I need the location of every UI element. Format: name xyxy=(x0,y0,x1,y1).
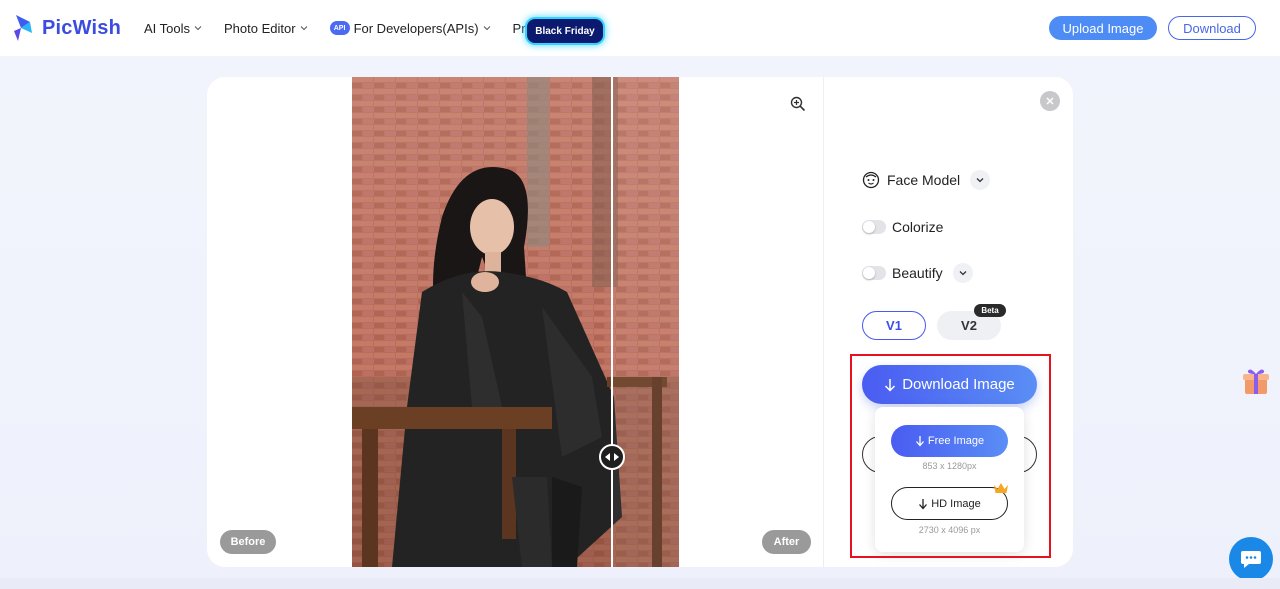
download-arrow-icon xyxy=(919,498,928,509)
nav-developers-label: For Developers(APIs) xyxy=(353,20,479,36)
colorize-option[interactable]: Colorize xyxy=(862,219,943,235)
face-model-option[interactable]: Face Model xyxy=(862,170,991,190)
download-image-label: Download Image xyxy=(902,376,1015,393)
download-header-button[interactable]: Download xyxy=(1168,16,1256,40)
download-arrow-icon xyxy=(885,378,896,392)
nav-ai-tools[interactable]: AI Tools xyxy=(144,21,202,36)
beautify-toggle[interactable] xyxy=(862,266,886,280)
free-image-button[interactable]: Free Image xyxy=(891,425,1008,457)
bottom-strip xyxy=(0,578,1280,589)
comparison-photo[interactable] xyxy=(352,77,679,567)
beta-badge: Beta xyxy=(974,304,1006,317)
nav-photo-editor[interactable]: Photo Editor xyxy=(224,21,308,36)
beautify-label: Beautify xyxy=(892,265,943,281)
version-v1-button[interactable]: V1 xyxy=(862,311,926,340)
face-icon xyxy=(862,171,880,189)
free-image-label: Free Image xyxy=(927,435,985,447)
crown-icon xyxy=(994,483,1008,493)
image-preview-area: Before After xyxy=(207,77,824,567)
face-model-label: Face Model xyxy=(887,172,961,188)
api-badge-icon: API xyxy=(329,21,350,35)
nav-photo-editor-label: Photo Editor xyxy=(224,20,296,36)
colorize-label: Colorize xyxy=(892,219,944,235)
close-icon xyxy=(1046,97,1054,105)
left-right-arrows-icon xyxy=(605,453,619,461)
hd-image-size: 2730 x 4096 px xyxy=(918,525,981,535)
before-label: Before xyxy=(220,530,276,554)
black-friday-badge[interactable]: Black Friday xyxy=(527,19,603,43)
chevron-down-icon xyxy=(300,26,307,31)
editor-card: Before After Face Model Colorize Beautif… xyxy=(207,77,1073,567)
beautify-dropdown-toggle[interactable] xyxy=(952,263,973,283)
brand-name: PicWish xyxy=(42,16,122,39)
gift-icon[interactable] xyxy=(1240,365,1272,397)
compare-slider-handle[interactable] xyxy=(599,444,625,470)
beautify-option[interactable]: Beautify xyxy=(862,263,973,283)
face-model-dropdown-toggle[interactable] xyxy=(970,170,991,190)
portrait-photo-image xyxy=(352,77,679,567)
brand-logo[interactable]: PicWish xyxy=(12,13,121,43)
chevron-down-icon xyxy=(976,178,984,183)
picwish-logo-icon xyxy=(14,15,32,41)
chat-bubble-icon xyxy=(1241,551,1261,568)
download-image-button[interactable]: Download Image xyxy=(862,365,1037,404)
upload-image-button[interactable]: Upload Image xyxy=(1049,16,1157,40)
download-options-menu: Free Image 853 x 1280px HD Image 2730 x … xyxy=(875,407,1024,552)
chevron-down-icon xyxy=(483,26,490,31)
close-button[interactable] xyxy=(1040,91,1060,111)
free-image-size: 853 x 1280px xyxy=(922,461,977,471)
compare-divider-line[interactable] xyxy=(611,77,613,567)
after-label: After xyxy=(762,530,811,554)
download-arrow-icon xyxy=(915,436,924,447)
chat-support-button[interactable] xyxy=(1229,537,1273,581)
zoom-in-icon[interactable] xyxy=(790,96,806,112)
nav-developers-api[interactable]: API For Developers(APIs) xyxy=(329,20,491,36)
chevron-down-icon xyxy=(959,271,967,276)
colorize-toggle[interactable] xyxy=(862,220,886,234)
hd-image-button[interactable]: HD Image xyxy=(891,487,1008,520)
top-navbar: PicWish AI Tools Photo Editor API For De… xyxy=(0,0,1280,56)
nav-ai-tools-label: AI Tools xyxy=(144,20,191,36)
hd-image-label: HD Image xyxy=(931,497,981,510)
main-nav: AI Tools Photo Editor API For Developers… xyxy=(144,0,574,56)
chevron-down-icon xyxy=(194,26,202,31)
